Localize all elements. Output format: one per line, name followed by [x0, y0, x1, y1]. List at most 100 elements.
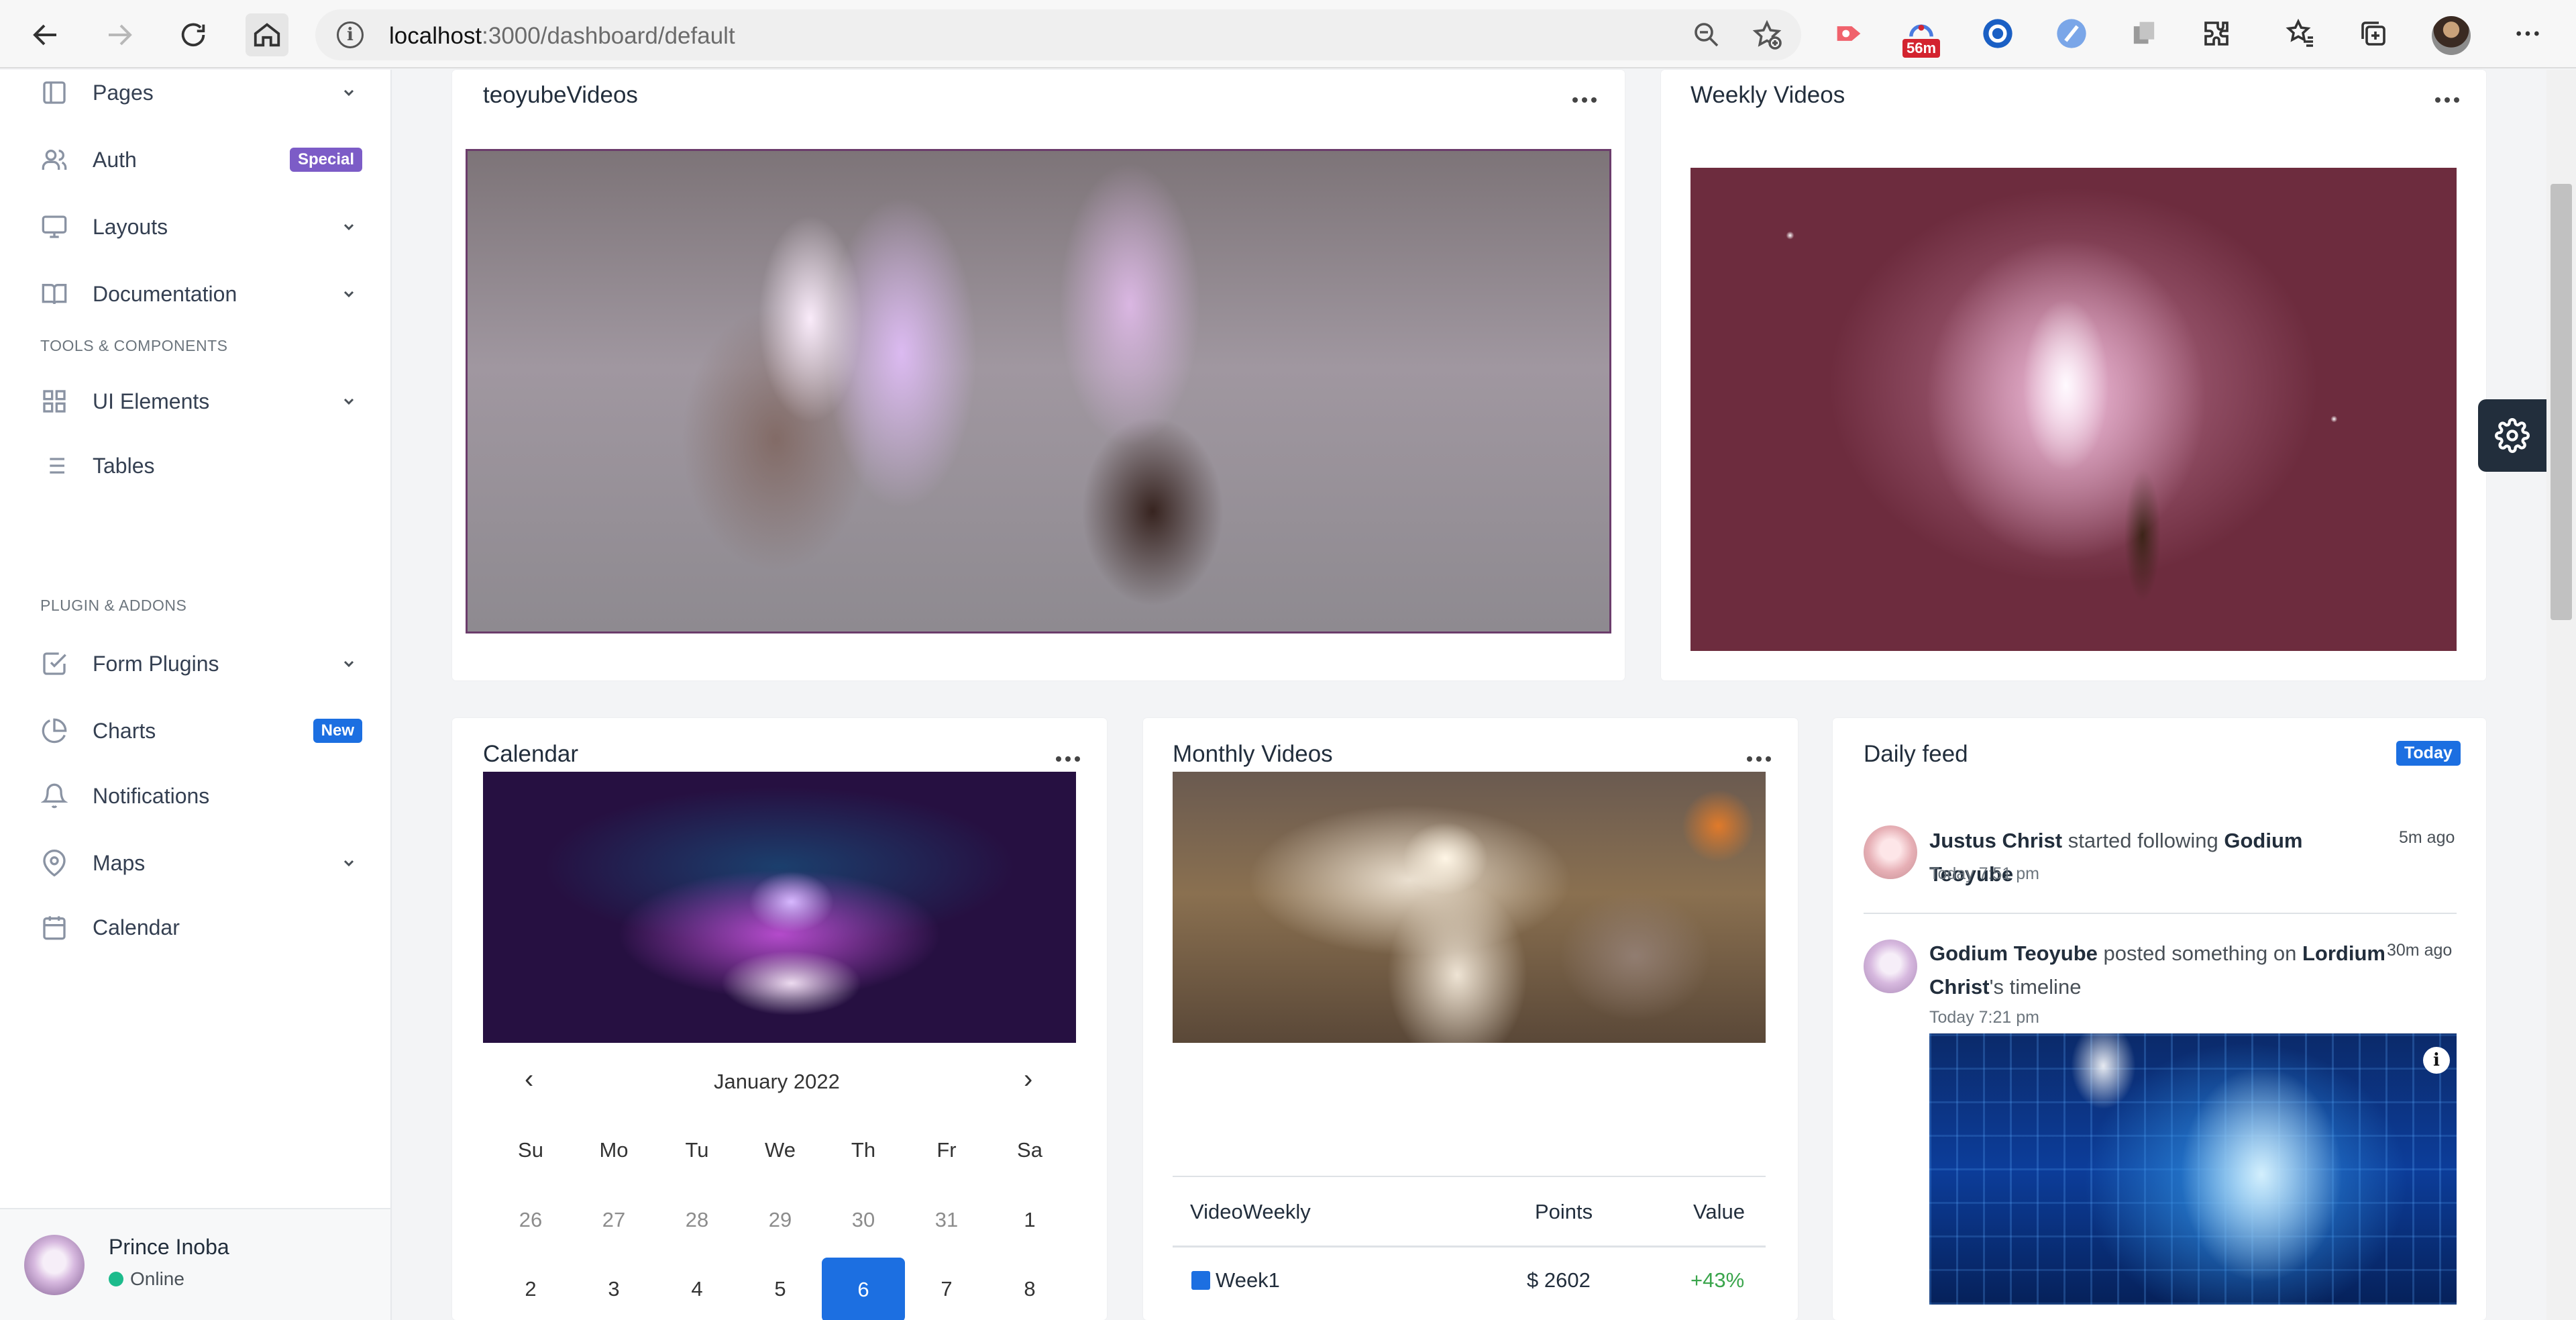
calendar-day[interactable]: 3 [572, 1277, 655, 1301]
calendar-dow: Mo [599, 1138, 629, 1162]
chevron-down-icon [341, 85, 357, 101]
calendar-prev-button[interactable]: ‹ [525, 1064, 533, 1095]
sidebar-item-label: Notifications [93, 783, 210, 808]
sidebar-item-label: Maps [93, 850, 146, 875]
extensions-puzzle-icon[interactable] [2199, 16, 2234, 51]
feed-time: Today 7:51 pm [1929, 864, 2039, 883]
site-info-icon[interactable]: i [337, 21, 364, 48]
calendar-day[interactable]: 26 [489, 1208, 572, 1232]
check-square-icon [40, 650, 68, 678]
user-status: Online [109, 1268, 184, 1290]
sidebar-item-maps[interactable]: Maps [40, 843, 362, 883]
extension-timer-badge: 56m [1902, 39, 1941, 58]
feed-item-text: Godium Teoyube posted something on Lordi… [1929, 937, 2399, 1004]
home-icon[interactable] [246, 13, 288, 56]
sidebar-item-notifications[interactable]: Notifications [40, 776, 362, 816]
gear-icon [2495, 418, 2530, 453]
calendar-day[interactable]: 2 [489, 1277, 572, 1301]
sidebar-item-auth[interactable]: Auth Special [40, 140, 362, 180]
sidebar-item-label: UI Elements [93, 389, 210, 413]
chevron-down-icon [341, 286, 357, 302]
sidebar-header-plugins: PLUGIN & ADDONS [40, 597, 187, 614]
avatar [24, 1235, 85, 1295]
sidebar-item-documentation[interactable]: Documentation [40, 274, 362, 314]
feed-actor[interactable]: Justus Christ [1929, 829, 2062, 852]
grid-icon [40, 387, 68, 415]
calendar-day[interactable]: 8 [988, 1277, 1071, 1301]
more-options-icon[interactable] [1053, 749, 1083, 769]
extension-copy-icon[interactable] [2127, 16, 2161, 51]
more-options-icon[interactable] [1744, 749, 1774, 769]
calendar-day[interactable]: 28 [655, 1208, 739, 1232]
monthly-video-thumbnail[interactable] [1173, 772, 1766, 1043]
extension-feather-icon[interactable] [2054, 16, 2089, 51]
table-cell-week: Week1 [1216, 1268, 1280, 1292]
extension-edge-icon[interactable] [1980, 16, 2015, 51]
zoom-out-icon[interactable] [1690, 19, 1723, 51]
profile-avatar[interactable] [2432, 16, 2471, 55]
page-scrollbar[interactable] [2546, 70, 2576, 1320]
calendar-day-selected[interactable]: 6 [822, 1258, 905, 1320]
sidebar-item-ui-elements[interactable]: UI Elements [40, 381, 362, 421]
calendar-month-label[interactable]: January 2022 [714, 1070, 840, 1094]
calendar-day[interactable]: 1 [988, 1208, 1071, 1232]
reload-icon[interactable] [172, 13, 215, 56]
feed-action: posted something on [2103, 942, 2297, 965]
collections-icon[interactable] [2356, 16, 2391, 51]
angel-video-thumbnail[interactable] [466, 149, 1611, 633]
scrollbar-thumb[interactable] [2551, 184, 2572, 620]
calendar-day[interactable]: 7 [905, 1277, 988, 1301]
layout-icon [40, 79, 68, 107]
extension-record-icon[interactable] [1831, 16, 1866, 51]
calendar-next-button[interactable]: › [1024, 1064, 1032, 1095]
sidebar-item-label: Form Plugins [93, 651, 219, 676]
browser-toolbar: i localhost:3000/dashboard/default 56m [0, 0, 2576, 68]
calendar-dow: Th [851, 1138, 876, 1162]
sidebar-item-label: Calendar [93, 915, 180, 940]
url-text[interactable]: localhost:3000/dashboard/default [389, 23, 735, 50]
table-header-name: VideoWeekly [1190, 1200, 1311, 1223]
add-favorite-icon[interactable] [1751, 19, 1783, 51]
weekly-video-thumbnail[interactable] [1690, 168, 2457, 651]
sidebar-item-charts[interactable]: Charts New [40, 711, 362, 751]
more-options-icon[interactable] [2432, 90, 2462, 110]
sidebar-item-layouts[interactable]: Layouts [40, 207, 362, 247]
card-title: teoyubeVideos [483, 82, 638, 108]
sidebar-item-calendar[interactable]: Calendar [40, 907, 362, 948]
sidebar-item-pages[interactable]: Pages [40, 72, 362, 113]
back-arrow-icon[interactable] [24, 13, 67, 56]
chevron-down-icon [341, 656, 357, 672]
chevron-down-icon [341, 855, 357, 871]
today-badge: Today [2396, 741, 2461, 766]
sidebar-item-form-plugins[interactable]: Form Plugins [40, 644, 362, 684]
calendar-dow: Su [518, 1138, 543, 1162]
calendar-day[interactable]: 31 [905, 1208, 988, 1232]
info-icon[interactable]: i [2423, 1047, 2450, 1074]
feed-post-image[interactable] [1929, 1033, 2457, 1305]
list-icon [40, 452, 68, 480]
special-badge: Special [289, 148, 362, 172]
sidebar-item-label: Pages [93, 80, 154, 105]
sidebar-user[interactable]: Prince Inoba Online [0, 1208, 390, 1320]
sidebar-item-tables[interactable]: Tables [40, 446, 362, 486]
calendar-day[interactable]: 5 [739, 1277, 822, 1301]
favorites-icon[interactable] [2284, 16, 2318, 51]
new-badge: New [313, 719, 362, 743]
table-top-border [1173, 1176, 1766, 1177]
calendar-day[interactable]: 27 [572, 1208, 655, 1232]
calendar-day[interactable]: 29 [739, 1208, 822, 1232]
calendar-day[interactable]: 4 [655, 1277, 739, 1301]
daily-feed-card: Daily feed Today Justus Christ started f… [1833, 718, 2486, 1320]
feed-actor[interactable]: Godium Teoyube [1929, 942, 2098, 965]
more-options-icon[interactable] [1570, 90, 1599, 110]
address-bar[interactable]: i localhost:3000/dashboard/default [315, 9, 1801, 60]
calendar-dow: Fr [936, 1138, 957, 1162]
teoyube-videos-card: teoyubeVideos [452, 70, 1625, 680]
forward-arrow-icon[interactable] [98, 13, 141, 56]
more-menu-icon[interactable] [2510, 16, 2545, 51]
calendar-cosmic-image [483, 772, 1076, 1043]
calendar-day[interactable]: 30 [822, 1208, 905, 1232]
settings-gear-button[interactable] [2478, 399, 2546, 472]
user-status-text: Online [130, 1268, 184, 1289]
weekly-videos-card: Weekly Videos [1661, 70, 2486, 680]
